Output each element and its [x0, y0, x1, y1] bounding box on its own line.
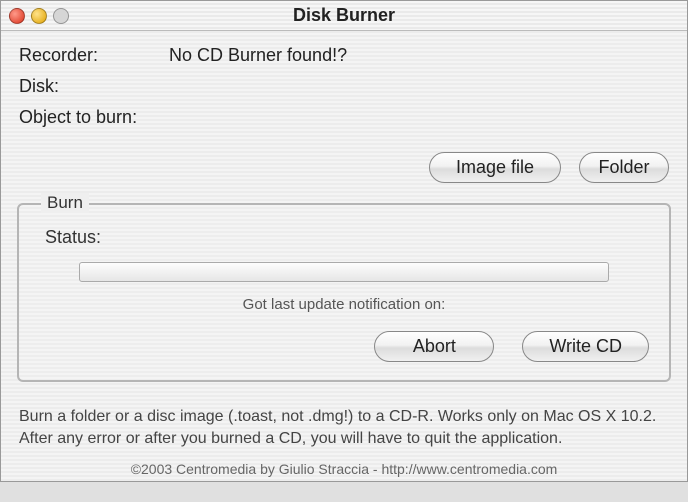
abort-button[interactable]: Abort: [374, 331, 494, 362]
burn-legend: Burn: [41, 193, 89, 213]
disk-label: Disk:: [19, 76, 169, 97]
copyright-text: ©2003 Centromedia by Giulio Straccia - h…: [1, 453, 687, 481]
burn-group: Burn Status: Got last update notificatio…: [17, 203, 671, 382]
burn-buttons: Abort Write CD: [39, 331, 649, 362]
status-row: Status:: [45, 227, 649, 248]
source-buttons: Image file Folder: [1, 144, 687, 197]
write-cd-button[interactable]: Write CD: [522, 331, 649, 362]
disk-row: Disk:: [19, 76, 669, 97]
recorder-row: Recorder: No CD Burner found!?: [19, 45, 669, 66]
content-area: Recorder: No CD Burner found!? Disk: Obj…: [1, 31, 687, 144]
object-row: Object to burn:: [19, 107, 669, 128]
update-notification-label: Got last update notification on:: [39, 296, 649, 313]
image-file-button[interactable]: Image file: [429, 152, 561, 183]
window: Disk Burner Recorder: No CD Burner found…: [0, 0, 688, 482]
titlebar: Disk Burner: [1, 1, 687, 31]
status-label: Status:: [45, 227, 101, 247]
folder-button[interactable]: Folder: [579, 152, 669, 183]
traffic-lights: [9, 8, 69, 24]
help-text: Burn a folder or a disc image (.toast, n…: [1, 392, 687, 453]
close-icon[interactable]: [9, 8, 25, 24]
recorder-value: No CD Burner found!?: [169, 45, 347, 66]
zoom-icon[interactable]: [53, 8, 69, 24]
progress-bar: [79, 262, 609, 282]
window-title: Disk Burner: [9, 5, 679, 26]
minimize-icon[interactable]: [31, 8, 47, 24]
object-to-burn-label: Object to burn:: [19, 107, 169, 128]
recorder-label: Recorder:: [19, 45, 169, 66]
